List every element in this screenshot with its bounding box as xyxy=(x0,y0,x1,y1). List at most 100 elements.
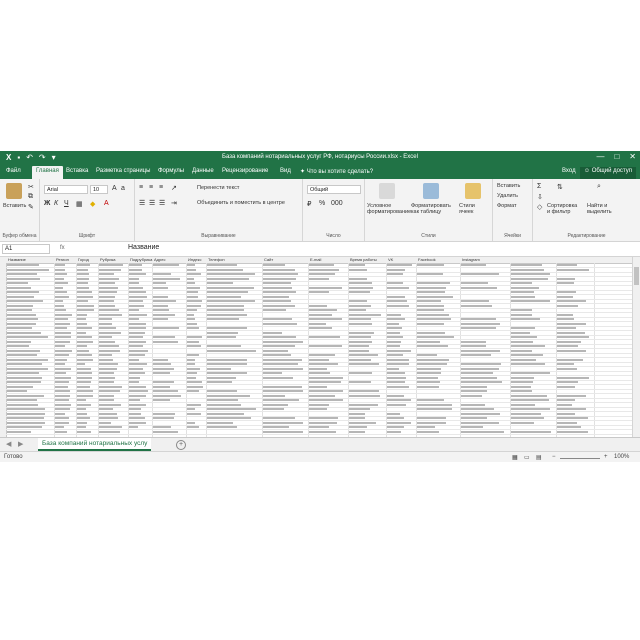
delete-cells-button[interactable]: Удалить xyxy=(497,193,518,199)
vertical-scroll-thumb[interactable] xyxy=(634,267,639,285)
paste-icon[interactable] xyxy=(6,183,22,199)
tab-review[interactable]: Рецензирование xyxy=(222,168,268,174)
font-name-dropdown[interactable]: Arial xyxy=(44,185,88,194)
cell-styles-icon[interactable] xyxy=(465,183,481,199)
italic-icon[interactable]: К xyxy=(54,200,58,207)
column-header[interactable]: Город xyxy=(78,257,89,262)
signin-link[interactable]: Вход xyxy=(562,168,576,174)
normal-view-icon[interactable]: ▦ xyxy=(512,454,518,461)
column-header[interactable]: Адрес xyxy=(154,257,165,262)
next-sheet-icon[interactable]: ▶ xyxy=(18,440,23,448)
column-header[interactable]: E-mail xyxy=(310,257,321,262)
cell-styles-button[interactable]: Стили ячеек xyxy=(459,203,489,215)
formula-input[interactable]: Название xyxy=(128,244,159,251)
paste-button[interactable]: Вставить xyxy=(3,203,26,209)
tab-page-layout[interactable]: Разметка страницы xyxy=(96,168,150,174)
orientation-icon[interactable]: ↗ xyxy=(171,184,177,192)
tab-insert[interactable]: Вставка xyxy=(66,168,88,174)
percent-icon[interactable]: % xyxy=(319,200,325,207)
add-sheet-button[interactable]: + xyxy=(176,440,186,450)
column-header[interactable]: Время работы xyxy=(350,257,377,262)
column-header[interactable]: Индекс xyxy=(188,257,201,262)
comma-style-icon[interactable]: 000 xyxy=(331,200,343,207)
cell-text xyxy=(417,331,445,334)
share-button[interactable]: ☺ Общий доступ xyxy=(579,167,636,179)
font-size-dropdown[interactable]: 10 xyxy=(90,185,108,194)
cell-text xyxy=(263,300,291,302)
wrap-text-button[interactable]: Перенести текст xyxy=(197,185,239,191)
cell-text xyxy=(461,318,496,320)
undo-icon[interactable]: ↶ xyxy=(26,153,33,163)
align-right-icon[interactable]: ☰ xyxy=(159,199,165,207)
column-header[interactable]: Телефон xyxy=(208,257,225,262)
cell-text xyxy=(309,336,340,338)
align-left-icon[interactable]: ☰ xyxy=(139,199,145,207)
sort-filter-icon[interactable]: ⇅ xyxy=(557,183,563,191)
tab-home[interactable]: Главная xyxy=(32,166,63,179)
align-center-icon[interactable]: ☰ xyxy=(149,199,155,207)
zoom-slider[interactable] xyxy=(560,458,600,459)
format-painter-icon[interactable]: ✎ xyxy=(28,203,34,211)
tab-view[interactable]: Вид xyxy=(280,168,291,174)
number-format-dropdown[interactable]: Общий xyxy=(307,185,361,194)
prev-sheet-icon[interactable]: ◀ xyxy=(6,440,11,448)
grow-font-icon[interactable]: A xyxy=(112,185,117,192)
column-header[interactable]: Подрубрика xyxy=(130,257,152,262)
customize-quick-access-icon[interactable]: ▾ xyxy=(52,153,56,163)
spreadsheet-grid[interactable]: Название Регион Город Рубрика Подрубрика Адре… xyxy=(0,257,633,437)
cell-text xyxy=(557,322,586,325)
redo-icon[interactable]: ↷ xyxy=(39,153,46,163)
shrink-font-icon[interactable]: a xyxy=(121,185,125,192)
column-header[interactable]: Instagram xyxy=(462,257,480,262)
autosum-icon[interactable]: Σ xyxy=(537,183,541,190)
conditional-format-icon[interactable] xyxy=(379,183,395,199)
tab-file[interactable]: Файл xyxy=(6,168,21,174)
find-select-icon[interactable]: ⌕ xyxy=(597,183,601,191)
currency-icon[interactable]: ₽ xyxy=(307,200,311,208)
cell-area[interactable] xyxy=(6,263,633,437)
copy-icon[interactable]: ⧉ xyxy=(28,193,33,201)
cell-text xyxy=(7,430,31,433)
tell-me-search[interactable]: ✦ Что вы хотите сделать? xyxy=(300,168,373,175)
tab-formulas[interactable]: Формулы xyxy=(158,168,184,174)
format-as-table-button[interactable]: Форматировать как таблицу xyxy=(411,203,453,215)
vertical-scrollbar[interactable] xyxy=(632,257,640,437)
insert-cells-button[interactable]: Вставить xyxy=(497,183,520,189)
page-layout-view-icon[interactable]: ▭ xyxy=(524,454,530,461)
column-header[interactable]: Название xyxy=(8,257,26,262)
clear-icon[interactable]: ◇ xyxy=(537,203,542,211)
tab-data[interactable]: Данные xyxy=(192,168,214,174)
close-button[interactable]: ✕ xyxy=(629,152,636,161)
conditional-format-button[interactable]: Условное форматирование xyxy=(367,203,411,215)
column-header[interactable]: Facebook xyxy=(418,257,436,262)
cut-icon[interactable]: ✂ xyxy=(28,183,34,191)
page-break-view-icon[interactable]: ▤ xyxy=(536,454,542,461)
borders-icon[interactable]: ▦ xyxy=(76,200,83,208)
sheet-tab-active[interactable]: База компаний нотариальных услу xyxy=(38,438,152,451)
sort-filter-button[interactable]: Сортировка и фильтр xyxy=(547,203,581,215)
bold-icon[interactable]: Ж xyxy=(44,200,50,207)
align-middle-icon[interactable]: ≡ xyxy=(149,184,153,191)
font-color-icon[interactable]: A xyxy=(104,200,109,207)
format-as-table-icon[interactable] xyxy=(423,183,439,199)
fx-icon[interactable]: fx xyxy=(60,245,65,251)
find-select-button[interactable]: Найти и выделить xyxy=(587,203,623,215)
save-icon[interactable]: ▪ xyxy=(17,153,20,163)
name-box[interactable]: A1 xyxy=(2,244,50,254)
format-cells-button[interactable]: Формат xyxy=(497,203,517,209)
fill-icon[interactable]: ⇩ xyxy=(537,193,543,201)
column-header[interactable]: Регион xyxy=(56,257,69,262)
column-header[interactable]: VK xyxy=(388,257,393,262)
indent-icon[interactable]: ⇥ xyxy=(171,199,177,207)
maximize-button[interactable]: □ xyxy=(614,152,619,161)
zoom-in-icon[interactable]: + xyxy=(604,454,608,460)
column-header[interactable]: Рубрика xyxy=(100,257,116,262)
fill-color-icon[interactable]: ◆ xyxy=(90,200,95,208)
underline-icon[interactable]: Ч xyxy=(64,200,69,207)
align-bottom-icon[interactable]: ≡ xyxy=(159,184,163,191)
zoom-out-icon[interactable]: − xyxy=(552,454,556,460)
merge-center-button[interactable]: Объединить и поместить в центре xyxy=(197,200,285,206)
align-top-icon[interactable]: ≡ xyxy=(139,184,143,191)
minimize-button[interactable]: — xyxy=(596,152,604,161)
column-header[interactable]: Сайт xyxy=(264,257,273,262)
